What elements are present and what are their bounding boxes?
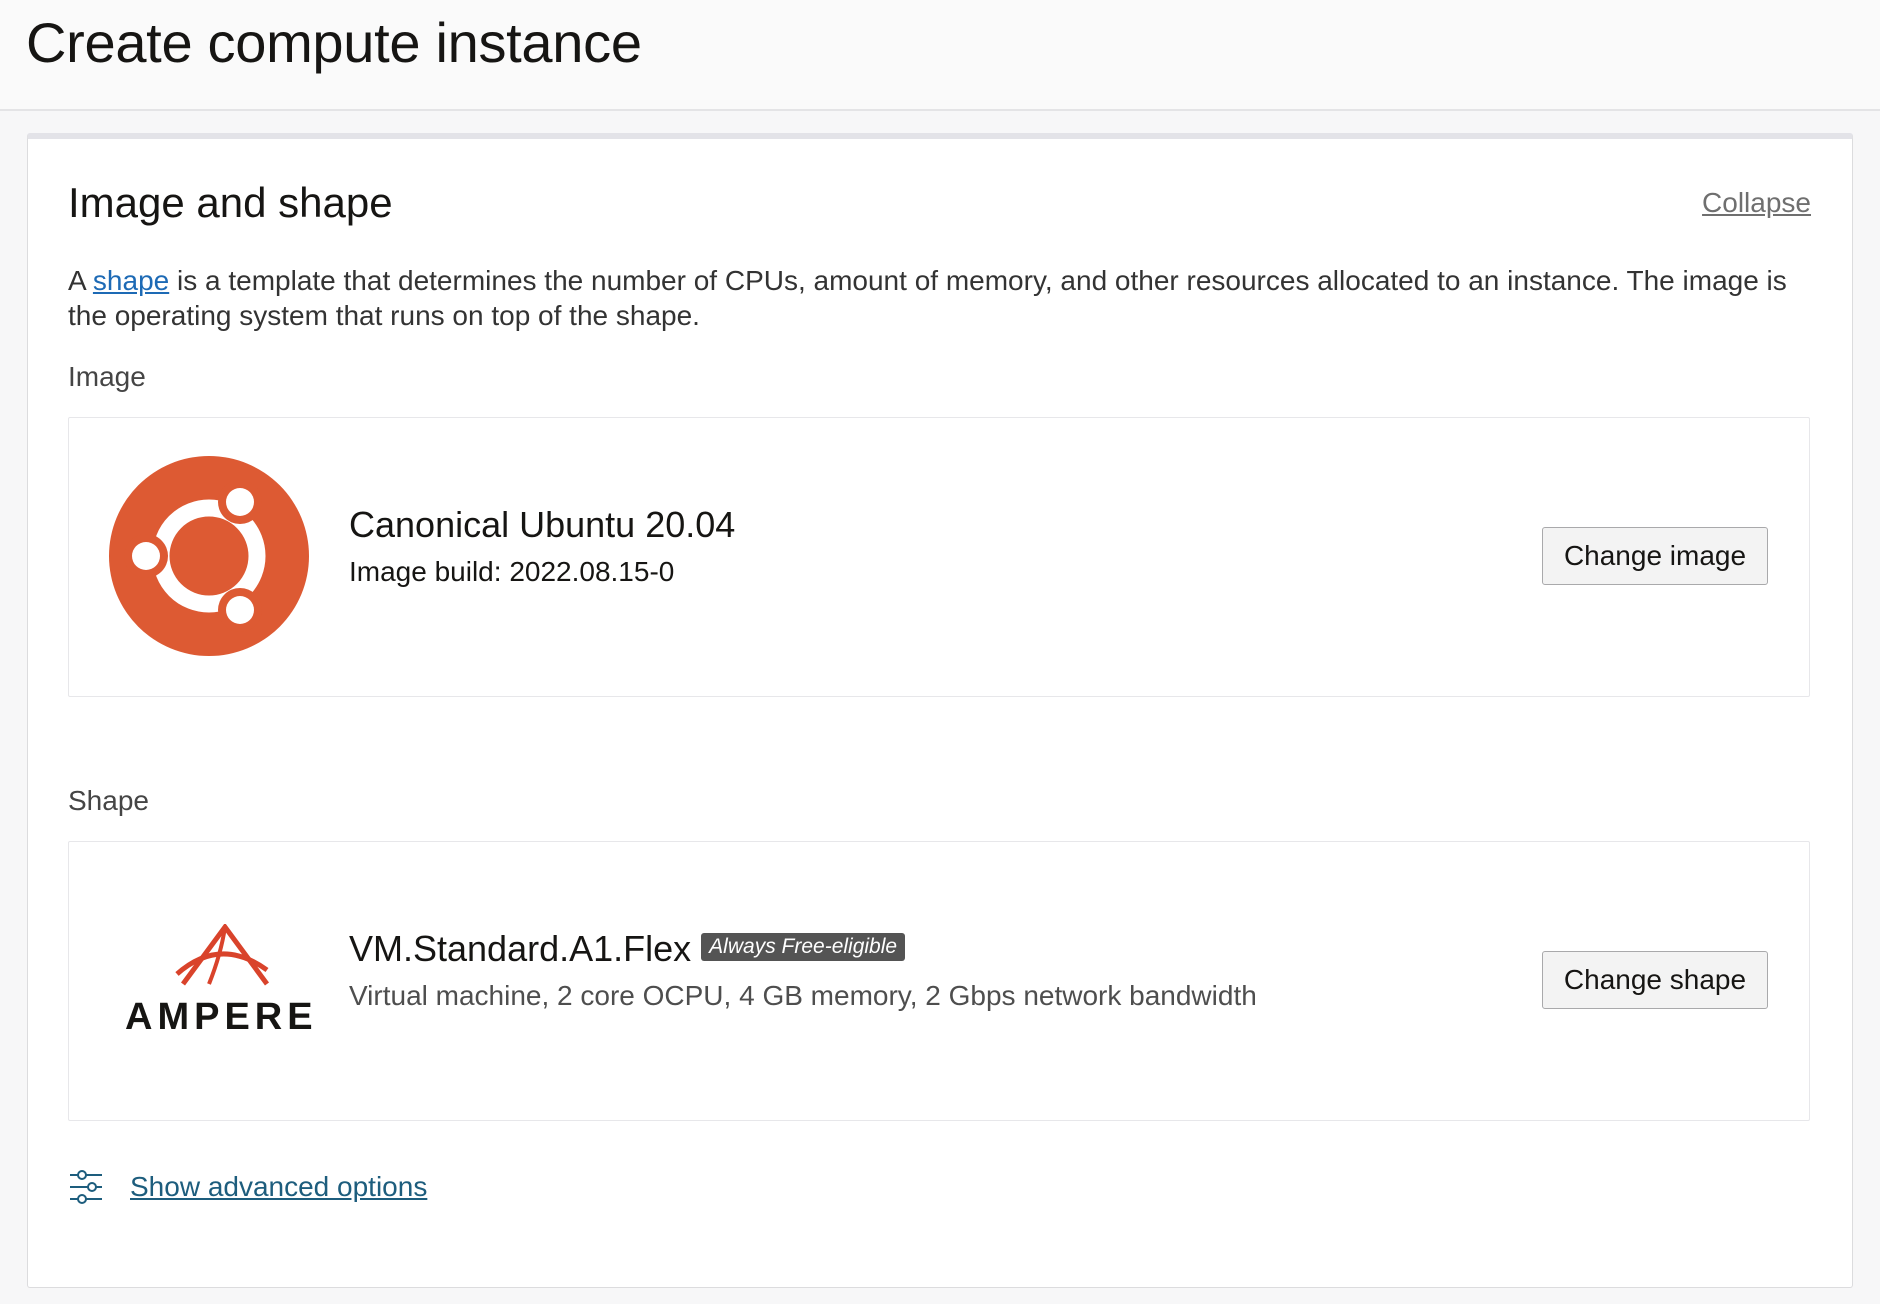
- image-tile: Canonical Ubuntu 20.04 Image build: 2022…: [68, 417, 1810, 697]
- description-prefix: A: [68, 265, 93, 296]
- advanced-options-toggle[interactable]: Show advanced options: [68, 1169, 427, 1205]
- sliders-icon: [70, 1170, 102, 1204]
- shape-name-row: VM.Standard.A1.Flex Always Free-eligible: [349, 928, 906, 970]
- ampere-mark-icon: [175, 924, 270, 986]
- page-header: Create compute instance: [0, 0, 1880, 111]
- shape-details: Virtual machine, 2 core OCPU, 4 GB memor…: [349, 980, 1257, 1011]
- collapse-link[interactable]: Collapse: [1702, 187, 1811, 219]
- shape-help-link[interactable]: shape: [93, 265, 169, 296]
- change-image-button[interactable]: Change image: [1542, 527, 1768, 585]
- shape-name: VM.Standard.A1.Flex: [349, 928, 692, 969]
- shape-label: Shape: [68, 785, 149, 816]
- show-advanced-options-link[interactable]: Show advanced options: [130, 1171, 427, 1203]
- page-title: Create compute instance: [26, 11, 642, 74]
- section-title: Image and shape: [68, 179, 393, 226]
- ampere-logo-icon: AMPERE: [125, 924, 335, 1044]
- description-suffix: is a template that determines the number…: [68, 265, 1787, 331]
- image-label: Image: [68, 361, 146, 392]
- free-eligible-badge: Always Free-eligible: [701, 933, 906, 962]
- image-build: Image build: 2022.08.15-0: [349, 556, 675, 587]
- ubuntu-logo-icon: [109, 456, 309, 656]
- image-and-shape-card: Image and shape Collapse A shape is a te…: [27, 133, 1853, 1288]
- change-shape-button[interactable]: Change shape: [1542, 951, 1768, 1009]
- image-name: Canonical Ubuntu 20.04: [349, 504, 736, 545]
- section-description: A shape is a template that determines th…: [68, 263, 1828, 333]
- ampere-wordmark: AMPERE: [125, 996, 318, 1038]
- shape-tile: AMPERE VM.Standard.A1.Flex Always Free-el…: [68, 841, 1810, 1121]
